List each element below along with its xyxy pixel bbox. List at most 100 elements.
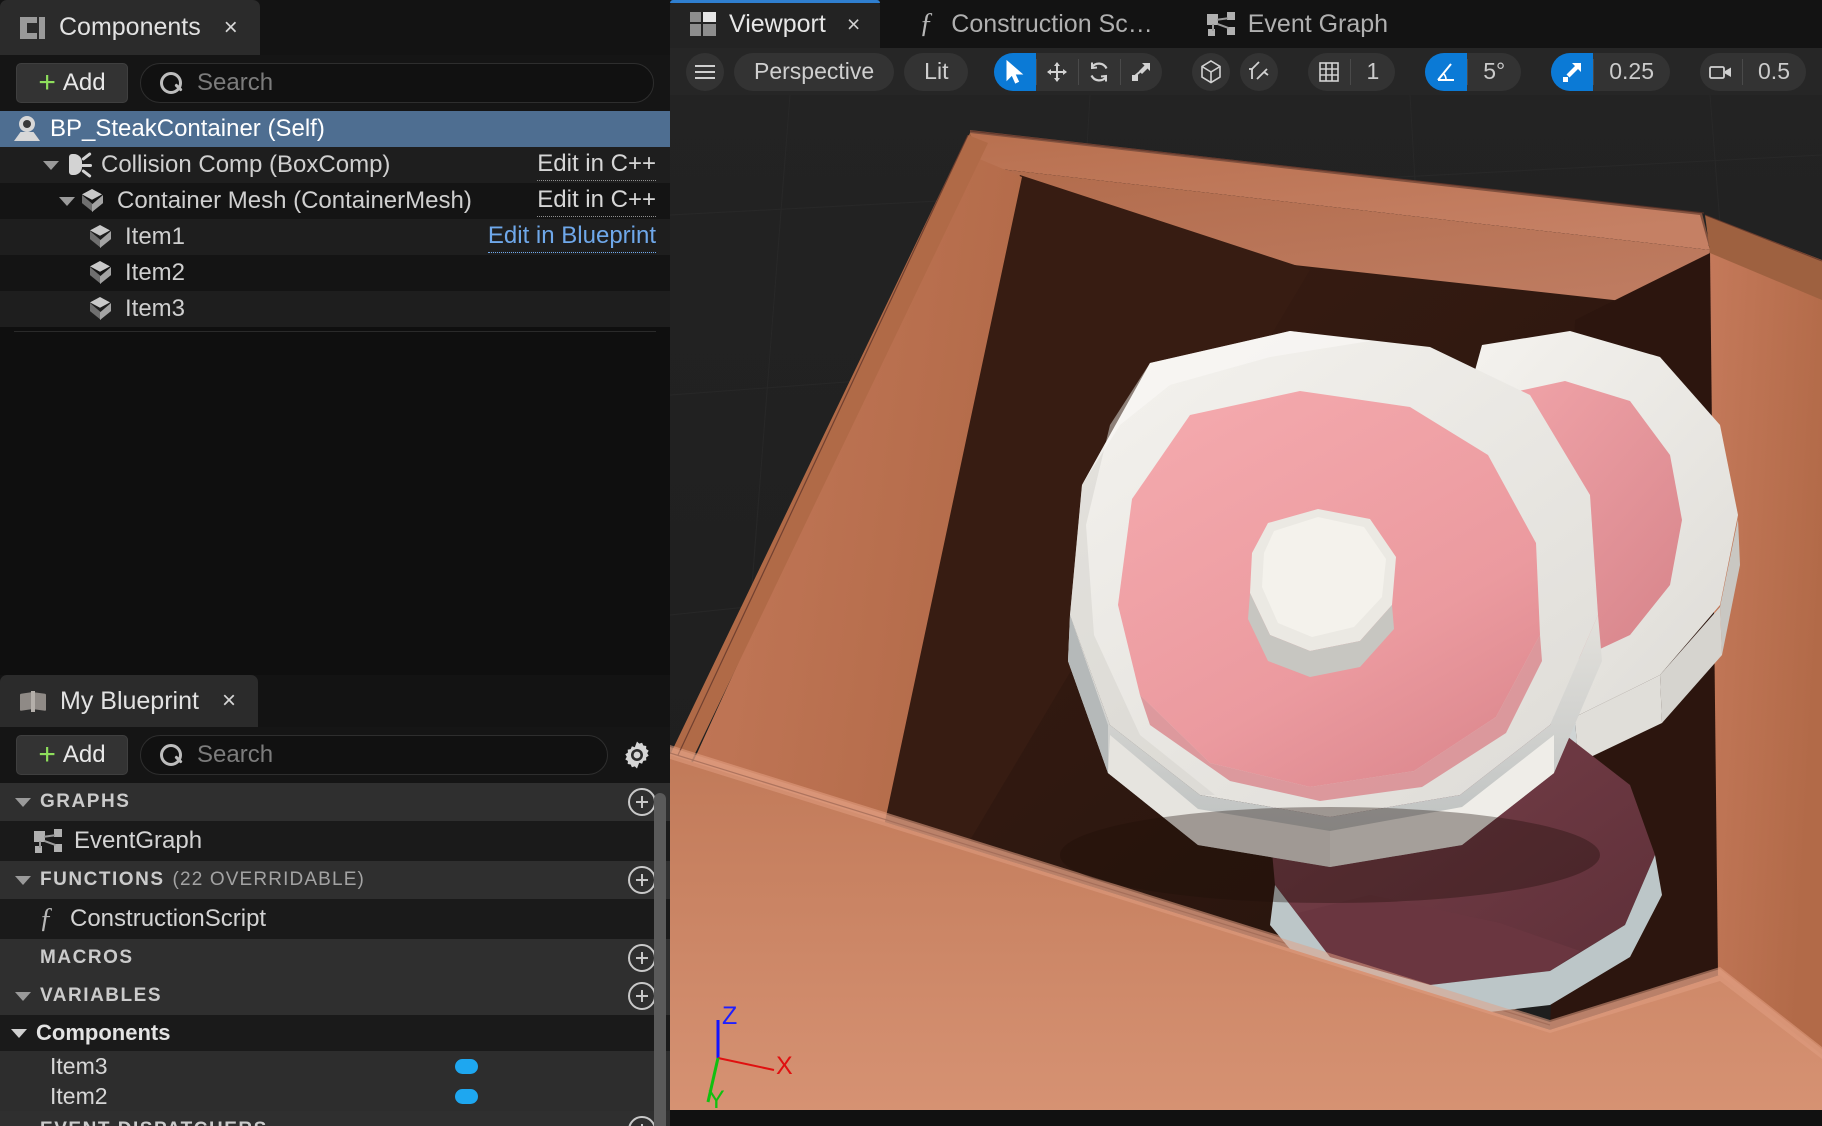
search-icon: [159, 71, 183, 95]
scale-snap-value[interactable]: 0.25: [1593, 53, 1670, 91]
move-icon[interactable]: [1036, 53, 1078, 91]
components-search-placeholder: Search: [197, 69, 274, 96]
viewport-3d-canvas[interactable]: Z X Y: [670, 95, 1822, 1126]
axis-gizmo: Z X Y: [690, 1002, 810, 1116]
viewport-menu-button[interactable]: [686, 52, 724, 91]
section-event-dispatchers-label: EVENT DISPATCHERS: [40, 1119, 268, 1126]
tree-row[interactable]: BP_SteakContainer (Self): [0, 111, 670, 147]
rotation-snap-value[interactable]: 5°: [1467, 53, 1521, 91]
cube-icon: [88, 297, 114, 321]
tab-event-graph[interactable]: Event Graph: [1173, 0, 1408, 48]
tree-row[interactable]: Container Mesh (ContainerMesh) Edit in C…: [0, 183, 670, 219]
add-blueprint-item-button[interactable]: + Add: [16, 735, 128, 775]
tab-viewport[interactable]: Viewport ×: [670, 0, 881, 48]
add-variable-button[interactable]: [628, 982, 656, 1010]
tab-viewport-label: Viewport: [729, 9, 826, 38]
variable-row[interactable]: Item3: [0, 1051, 670, 1081]
list-item-construction-script[interactable]: ƒ ConstructionScript: [0, 899, 670, 939]
tree-row[interactable]: Collision Comp (BoxComp) Edit in C++: [0, 147, 670, 183]
scale-snap-icon[interactable]: [1551, 52, 1594, 91]
event-graph-icon: [1206, 12, 1235, 36]
scale-snap-group: 0.25: [1551, 52, 1671, 91]
section-header-variables[interactable]: VARIABLES: [0, 977, 670, 1015]
section-header-macros[interactable]: MACROS: [0, 939, 670, 977]
section-functions-sublabel: (22 OVERRIDABLE): [172, 869, 365, 890]
edit-in-cpp-link[interactable]: Edit in C++: [537, 150, 656, 181]
world-coords-icon[interactable]: [1192, 52, 1231, 91]
view-mode-button[interactable]: Lit: [904, 52, 969, 91]
components-icon: [20, 15, 46, 41]
tree-row-label: BP_SteakContainer (Self): [50, 115, 325, 142]
edit-in-cpp-link[interactable]: Edit in C++: [537, 186, 656, 217]
select-cursor-icon[interactable]: [994, 52, 1037, 91]
actor-icon: [14, 116, 40, 142]
add-graph-button[interactable]: [628, 788, 656, 816]
function-icon: ƒ: [39, 903, 53, 934]
chevron-down-icon[interactable]: [14, 986, 34, 1006]
gear-icon[interactable]: [620, 738, 654, 772]
list-item-event-graph[interactable]: EventGraph: [0, 821, 670, 861]
event-graph-icon: [34, 829, 62, 853]
function-icon: ƒ: [919, 8, 934, 39]
collision-icon: [64, 151, 92, 179]
chevron-down-icon[interactable]: [10, 1023, 30, 1043]
gizmo-axis-label-x: X: [776, 1052, 793, 1080]
close-icon[interactable]: ×: [222, 687, 236, 715]
tab-construction-script[interactable]: ƒ Construction Sc…: [880, 0, 1172, 48]
my-blueprint-scrollbar[interactable]: [654, 793, 666, 1126]
variable-visibility-toggle[interactable]: [455, 1088, 478, 1104]
add-function-button[interactable]: [628, 866, 656, 894]
scale-icon[interactable]: [1120, 53, 1162, 91]
section-header-graphs[interactable]: GRAPHS: [0, 783, 670, 821]
variable-row[interactable]: Item2: [0, 1081, 670, 1111]
tab-my-blueprint[interactable]: My Blueprint ×: [0, 675, 258, 727]
close-icon[interactable]: ×: [847, 11, 860, 38]
rotation-snap-group: 5°: [1425, 52, 1522, 91]
variable-label: Item3: [50, 1052, 108, 1079]
close-icon[interactable]: ×: [224, 14, 238, 42]
section-header-event-dispatchers[interactable]: EVENT DISPATCHERS: [0, 1111, 670, 1126]
chevron-down-icon[interactable]: [14, 792, 34, 812]
section-header-functions[interactable]: FUNCTIONS (22 OVERRIDABLE): [0, 861, 670, 899]
chevron-down-icon[interactable]: [40, 154, 62, 176]
tree-row-label: Item1: [125, 223, 186, 250]
tab-components-label: Components: [59, 13, 201, 41]
cube-icon: [80, 189, 106, 213]
search-icon: [159, 743, 183, 767]
tree-row[interactable]: Item1 Edit in Blueprint: [0, 219, 670, 255]
variable-visibility-toggle[interactable]: [455, 1058, 478, 1074]
gizmo-axis-label-z: Z: [722, 1002, 738, 1030]
angle-icon[interactable]: [1425, 52, 1468, 91]
scene-render: [670, 95, 1822, 1126]
view-mode-label: Lit: [924, 58, 949, 84]
grid-icon[interactable]: [1308, 53, 1350, 91]
add-component-button[interactable]: + Add: [16, 63, 128, 103]
edit-in-blueprint-link[interactable]: Edit in Blueprint: [487, 222, 656, 253]
camera-speed-value[interactable]: 0.5: [1742, 53, 1806, 91]
add-blueprint-item-label: Add: [62, 741, 106, 768]
cube-icon: [88, 225, 114, 249]
components-search-input[interactable]: Search: [140, 63, 654, 103]
my-blueprint-search-input[interactable]: Search: [140, 735, 608, 775]
variable-group-components[interactable]: Components: [0, 1015, 670, 1051]
surface-snap-icon[interactable]: [1240, 52, 1279, 91]
grid-snap-value[interactable]: 1: [1350, 53, 1395, 91]
viewport-bottom-divider: [670, 1110, 1822, 1126]
camera-mode-button[interactable]: Perspective: [734, 52, 895, 91]
add-event-dispatcher-button[interactable]: [628, 1116, 656, 1126]
grid-snap-group: 1: [1308, 52, 1396, 91]
section-variables-label: VARIABLES: [40, 985, 163, 1006]
tree-row[interactable]: Item2: [0, 255, 670, 291]
camera-speed-group: 0.5: [1700, 52, 1806, 91]
chevron-down-icon[interactable]: [56, 190, 78, 212]
camera-icon[interactable]: [1700, 53, 1742, 91]
viewport-column: Viewport × ƒ Construction Sc… Event Grap…: [670, 0, 1822, 1126]
chevron-down-icon[interactable]: [14, 870, 34, 890]
tree-row-label: Item3: [125, 295, 186, 322]
camera-mode-label: Perspective: [754, 58, 875, 84]
viewport-tabstrip: Viewport × ƒ Construction Sc… Event Grap…: [670, 0, 1822, 48]
tab-components[interactable]: Components ×: [0, 0, 260, 55]
add-macro-button[interactable]: [628, 944, 656, 972]
rotate-icon[interactable]: [1078, 53, 1120, 91]
tree-row[interactable]: Item3: [0, 291, 670, 327]
